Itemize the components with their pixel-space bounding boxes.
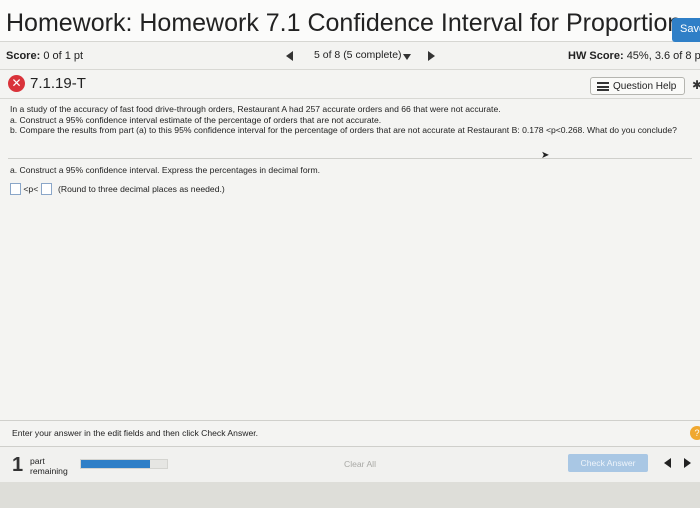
title-bar: Homework: Homework 7.1 Confidence Interv… [0,0,700,42]
answer-instruction: Enter your answer in the edit fields and… [12,428,259,438]
question-progress-select[interactable]: 5 of 8 (5 complete) [314,49,402,61]
answer-row: <p< (Round to three decimal places as ne… [10,183,225,197]
hw-score-value: 45%, 3.6 of 8 p [626,50,700,62]
score-label: Score: [6,50,41,62]
upper-bound-input[interactable] [40,183,52,195]
score-value: 0 of 1 pt [43,50,84,62]
mouse-cursor-icon: ➤ [541,150,550,161]
hw-score-label: HW Score: [568,50,624,62]
rounding-hint: (Round to three decimal places as needed… [58,184,225,194]
parts-label: part [30,456,45,466]
next-question-icon[interactable] [428,51,435,61]
parts-progress-bar [80,459,168,469]
chevron-down-icon[interactable] [403,54,411,60]
inequality-text: <p< [23,184,39,194]
lower-bound-input[interactable] [10,183,21,195]
previous-question-icon[interactable] [286,51,293,61]
list-icon [597,82,609,91]
question-text: In a study of the accuracy of fast food … [10,104,690,136]
parts-remaining-text: part remaining [30,456,68,476]
question-help-label: Question Help [613,81,677,92]
help-icon[interactable]: ? [690,426,700,440]
check-answer-button[interactable]: Check Answer [568,454,648,472]
gear-icon[interactable]: ✱ [692,78,700,92]
remaining-label: remaining [30,466,68,476]
clear-all-button[interactable]: Clear All [344,459,376,469]
page-title: Homework: Homework 7.1 Confidence Interv… [6,9,682,37]
incorrect-icon: ✕ [8,75,25,92]
question-id: 7.1.19-T [30,75,86,92]
next-icon[interactable] [684,458,691,468]
footer-divider [0,420,700,421]
divider [8,158,692,159]
save-button[interactable]: Save [672,18,700,42]
question-stem: In a study of the accuracy of fast food … [10,104,501,114]
question-score: Score: 0 of 1 pt [6,50,83,62]
part-a-instruction: a. Construct a 95% confidence interval. … [10,165,321,175]
homework-page: Homework: Homework 7.1 Confidence Interv… [0,0,700,508]
question-part-b-prompt: b. Compare the results from part (a) to … [10,125,677,135]
question-help-button[interactable]: Question Help [590,77,685,95]
question-part-a-prompt: a. Construct a 95% confidence interval e… [10,114,382,125]
parts-progress-fill [81,460,150,468]
score-bar: Score: 0 of 1 pt 5 of 8 (5 complete) HW … [0,42,700,70]
question-header: ✕ 7.1.19-T Question Help ✱ [0,71,700,99]
bottom-shade [0,482,700,508]
previous-icon[interactable] [664,458,671,468]
homework-score: HW Score: 45%, 3.6 of 8 p [568,50,700,62]
parts-remaining-count: 1 [12,454,24,476]
